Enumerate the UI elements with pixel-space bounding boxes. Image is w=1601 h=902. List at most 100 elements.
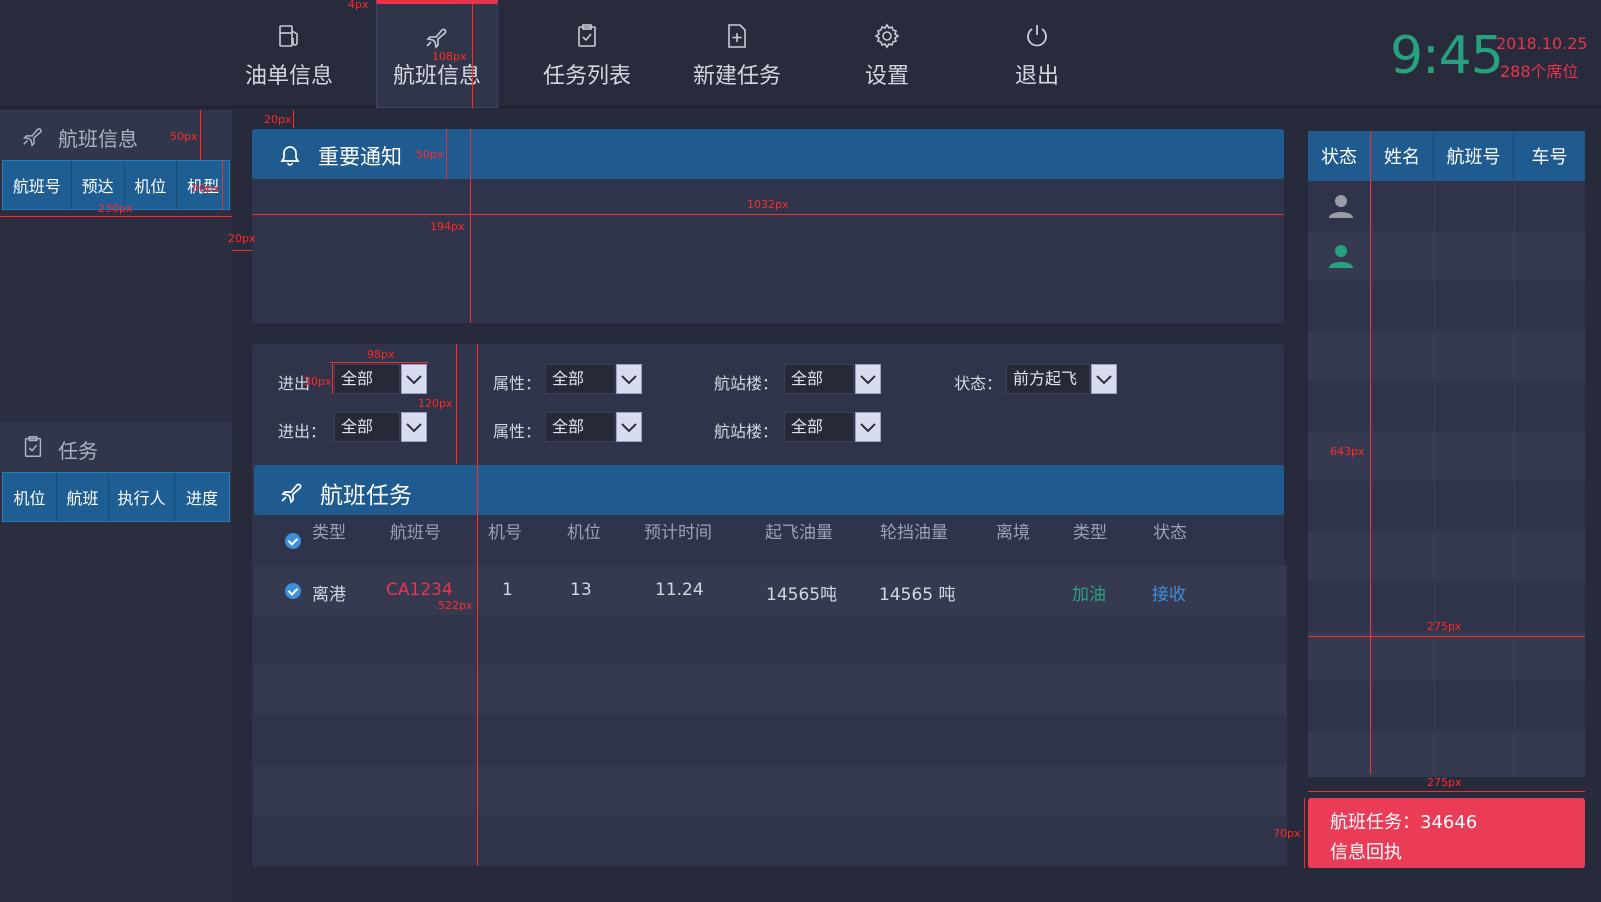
column-header: 航班号 (1434, 131, 1514, 181)
dimension-line (470, 129, 471, 323)
cell-stand: 13 (570, 580, 592, 600)
nav-fuel-info[interactable]: 油单信息 (228, 0, 350, 108)
sidebar-task-header: 任务 (0, 422, 232, 472)
filter-attr-select[interactable]: 全部 (545, 364, 615, 394)
staff-table-header: 状态 姓名 航班号 车号 (1308, 131, 1585, 181)
staff-row (1308, 381, 1585, 431)
dimension-annotation: 20px (228, 232, 256, 245)
accept-link[interactable]: 接收 (1152, 580, 1186, 605)
filter-attr-select[interactable]: 全部 (545, 412, 615, 442)
chevron-down-icon[interactable] (855, 364, 881, 394)
dimension-line (1308, 791, 1585, 792)
chevron-down-icon[interactable] (401, 364, 427, 394)
chevron-down-icon[interactable] (855, 412, 881, 442)
cell-type: 离港 (312, 585, 346, 605)
dimension-line (477, 344, 478, 866)
table-row (254, 715, 1287, 765)
table-row[interactable]: 离港 CA1234 1 13 11.24 14565吨 14565 吨 加油 接… (254, 565, 1287, 615)
nav-label: 设置 (864, 64, 909, 89)
cell-flight-no[interactable]: CA1234 (386, 580, 453, 600)
dimension-annotation: 120px (418, 397, 453, 410)
receipt-card[interactable]: 航班任务：34646 信息回执 (1308, 798, 1585, 868)
chevron-down-icon[interactable] (1091, 364, 1117, 394)
dimension-annotation: 643px (1330, 445, 1365, 458)
chevron-down-icon[interactable] (401, 412, 427, 442)
nav-label: 新建任务 (692, 64, 781, 89)
staff-row (1308, 531, 1585, 581)
dimension-annotation: 275px (1427, 776, 1462, 789)
dimension-annotation: 50px (170, 130, 198, 143)
nav-logout[interactable]: 退出 (976, 0, 1098, 108)
column-header: 状态 (1308, 131, 1371, 181)
tab-executor[interactable]: 执行人 (109, 473, 175, 521)
dimension-line (472, 4, 473, 108)
staff-row (1308, 681, 1585, 731)
cell-block-fuel: 14565 吨 (879, 585, 956, 605)
dimension-annotation: 4px (348, 0, 369, 11)
filter-terminal-label: 航站楼： (714, 374, 779, 393)
tab-flight-no[interactable]: 航班号 (3, 161, 72, 209)
column-header: 起飞油量 (765, 523, 833, 543)
dimension-annotation: 108px (432, 50, 467, 63)
nav-new-task[interactable]: 新建任务 (676, 0, 798, 108)
filter-terminal-select[interactable]: 全部 (784, 364, 854, 394)
left-sidebar: 航班信息 航班号 预达 机位 机型 任务 机位 航班 执行人 进度 (0, 110, 232, 902)
staff-row (1308, 331, 1585, 381)
receipt-task-count: 航班任务：34646 (1330, 812, 1478, 833)
table-row (254, 615, 1287, 665)
table-row (254, 815, 1287, 865)
nav-label: 油单信息 (244, 64, 333, 89)
dimension-annotation: 98px (367, 348, 395, 361)
filter-status-select[interactable]: 前方起飞 (1006, 364, 1090, 394)
dimension-annotation: 70px (1273, 827, 1301, 840)
tab-flight[interactable]: 航班 (57, 473, 109, 521)
filter-attr-label: 属性： (493, 422, 542, 441)
tab-progress[interactable]: 进度 (175, 473, 229, 521)
dimension-line (332, 364, 333, 394)
cell-takeoff-fuel: 14565吨 (766, 585, 838, 605)
filter-inout-select[interactable]: 全部 (334, 364, 400, 394)
column-header: 机号 (488, 523, 522, 543)
staff-row[interactable] (1308, 181, 1585, 231)
dimension-line (456, 344, 457, 464)
dimension-annotation: 230px (98, 202, 133, 215)
dimension-line (0, 216, 232, 217)
dimension-line (293, 110, 294, 128)
filter-status-label: 状态： (954, 374, 1003, 393)
nav-settings[interactable]: 设置 (826, 0, 948, 108)
column-header: 类型 (312, 523, 346, 543)
table-row (254, 665, 1287, 715)
dimension-annotation: 50px (192, 182, 220, 195)
receipt-label: 信息回执 (1330, 842, 1402, 863)
filter-inout-select[interactable]: 全部 (334, 412, 400, 442)
dimension-line (252, 214, 1284, 215)
chevron-down-icon[interactable] (616, 364, 642, 394)
nav-label: 退出 (1014, 64, 1059, 89)
notice-title: 重要通知 (318, 145, 402, 169)
nav-task-list[interactable]: 任务列表 (526, 0, 648, 108)
dimension-line (1304, 798, 1305, 868)
column-header: 轮挡油量 (880, 523, 948, 543)
staff-row[interactable] (1308, 231, 1585, 281)
power-icon (1027, 25, 1047, 47)
dimension-annotation: 275px (1427, 620, 1462, 633)
airplane-icon (281, 483, 302, 504)
row-checkbox[interactable] (285, 583, 301, 599)
select-all-checkbox[interactable] (285, 533, 301, 549)
dimension-line (1370, 131, 1371, 774)
tab-stand[interactable]: 机位 (3, 473, 57, 521)
gear-icon (874, 23, 900, 49)
dimension-line (232, 250, 252, 251)
column-header: 离境 (996, 523, 1030, 543)
column-header: 机位 (567, 523, 601, 543)
filter-terminal-select[interactable]: 全部 (784, 412, 854, 442)
staff-row (1308, 481, 1585, 531)
seat-count: 288个席位 (1500, 62, 1579, 81)
cell-tail-no: 1 (502, 580, 513, 600)
filter-inout-label: 进出： (278, 422, 327, 441)
dimension-annotation: 50px (416, 148, 444, 161)
dimension-annotation: 20px (264, 113, 292, 126)
clipboard-check-icon (24, 436, 42, 458)
file-plus-icon (728, 24, 746, 48)
chevron-down-icon[interactable] (616, 412, 642, 442)
